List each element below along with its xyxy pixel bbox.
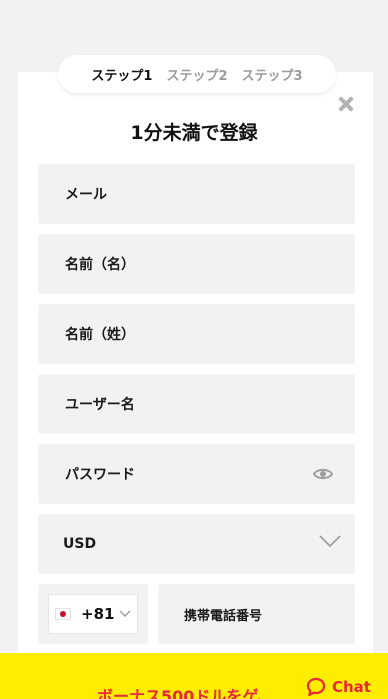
step-2: ステップ2 — [166, 68, 228, 84]
password-field[interactable]: パスワード — [38, 444, 355, 504]
password-placeholder: パスワード — [65, 467, 135, 483]
bonus-banner[interactable]: ボーナス500ドルをゲ、 Chat — [0, 653, 388, 699]
chat-button[interactable]: Chat — [306, 677, 371, 697]
country-code-value: +81 — [81, 605, 115, 623]
country-code-select[interactable]: +81 — [48, 594, 138, 634]
email-placeholder: メール — [65, 187, 107, 203]
phone-number-field[interactable]: 携帯電話番号 — [158, 584, 355, 644]
step-indicator: ステップ1 ステップ2 ステップ3 — [58, 55, 336, 93]
last-name-placeholder: 名前（姓） — [65, 327, 135, 343]
step-1: ステップ1 — [91, 68, 153, 84]
phone-code-container: +81 — [38, 584, 148, 644]
currency-value: USD — [63, 536, 97, 552]
chat-label: Chat — [332, 678, 371, 696]
chevron-down-icon — [319, 535, 341, 548]
close-icon[interactable] — [338, 96, 354, 112]
japan-flag-icon — [55, 608, 71, 620]
banner-text: ボーナス500ドルをゲ、 — [97, 687, 274, 699]
email-field[interactable]: メール — [38, 164, 355, 224]
last-name-field[interactable]: 名前（姓） — [38, 304, 355, 364]
first-name-field[interactable]: 名前（名） — [38, 234, 355, 294]
first-name-placeholder: 名前（名） — [65, 257, 135, 273]
chat-bubble-icon — [306, 677, 326, 697]
step-3: ステップ3 — [241, 68, 303, 84]
currency-select[interactable]: USD — [38, 514, 355, 574]
phone-placeholder: 携帯電話番号 — [184, 608, 263, 624]
chevron-down-icon — [119, 610, 131, 618]
username-placeholder: ユーザー名 — [65, 397, 135, 413]
page-title: 1分未満で登録 — [130, 122, 258, 144]
eye-icon[interactable] — [313, 466, 333, 482]
username-field[interactable]: ユーザー名 — [38, 374, 355, 434]
